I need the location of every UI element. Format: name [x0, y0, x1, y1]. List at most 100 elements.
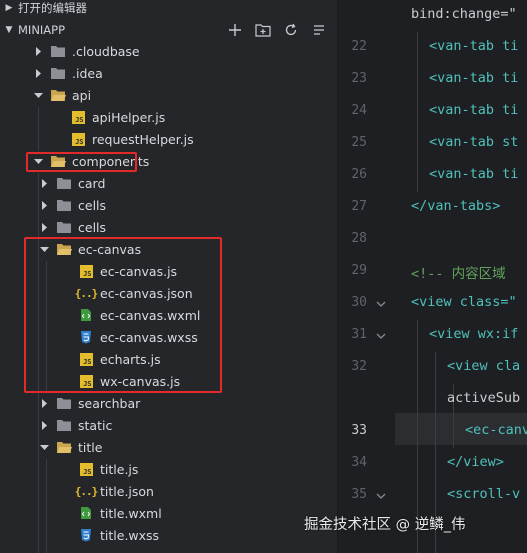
open-editors-label: 打开的编辑器: [18, 1, 87, 15]
chevron-right-icon[interactable]: [32, 67, 44, 79]
new-folder-icon[interactable]: [254, 21, 272, 39]
line-number: 33: [351, 423, 367, 438]
chevron-right-icon[interactable]: [38, 221, 50, 233]
chevron-down-icon[interactable]: [32, 89, 44, 101]
js-file-icon: JS: [70, 132, 86, 146]
project-label: MINIAPP: [18, 23, 66, 37]
tree-file[interactable]: {..} title.json: [0, 480, 337, 502]
tree-item-label: api: [72, 87, 92, 103]
folder-icon: [50, 66, 66, 80]
tree-item-label: cells: [78, 197, 107, 213]
tree-item-label: title: [78, 439, 103, 455]
tree-item-label: title.json: [100, 483, 154, 499]
folder-icon: [56, 220, 72, 234]
indent-guide: [417, 32, 418, 192]
tree-folder[interactable]: title: [0, 436, 337, 458]
open-editors-header[interactable]: ▶ 打开的编辑器: [0, 0, 337, 19]
tree-folder[interactable]: api: [0, 84, 337, 106]
line-number: 26: [351, 167, 367, 182]
collapse-all-icon[interactable]: [310, 21, 328, 39]
tree-item-label: title.js: [100, 461, 139, 477]
line-number: 34: [351, 455, 367, 470]
code-line: <van-tab ti: [429, 166, 519, 182]
folder-open-icon: [50, 88, 66, 102]
chevron-down-icon: ▼: [5, 25, 13, 35]
tree-item-label: card: [78, 175, 106, 191]
tree-folder[interactable]: .idea: [0, 62, 337, 84]
tree-item-label: requestHelper.js: [92, 131, 194, 147]
folder-icon: [50, 44, 66, 58]
code-line: <van-tab ti: [429, 70, 519, 86]
tree-item-label: title.wxml: [100, 505, 162, 521]
code-line: <view class=": [411, 294, 517, 310]
refresh-icon[interactable]: [282, 21, 300, 39]
code-line: <van-tab ti: [429, 38, 519, 54]
line-number: 29: [351, 263, 367, 278]
code-line: <!-- 内容区域: [411, 266, 506, 282]
chevron-right-icon[interactable]: [32, 45, 44, 57]
folder-icon: [56, 418, 72, 432]
fold-chevron-icon[interactable]: [375, 490, 387, 502]
code-line: bind:change=": [411, 6, 517, 22]
explorer-actions: [226, 19, 328, 41]
fold-chevron-icon[interactable]: [375, 330, 387, 342]
chevron-right-icon: ▶: [5, 3, 13, 13]
tree-folder[interactable]: cells: [0, 216, 337, 238]
chevron-down-icon[interactable]: [38, 441, 50, 453]
tree-file[interactable]: JS requestHelper.js: [0, 128, 337, 150]
chevron-right-icon[interactable]: [38, 177, 50, 189]
tree-folder[interactable]: .cloudbase: [0, 40, 337, 62]
tree-folder[interactable]: card: [0, 172, 337, 194]
code-line: <view wx:if: [429, 326, 519, 342]
wxss-file-icon: [78, 528, 94, 542]
project-header[interactable]: ▼ MINIAPP: [0, 19, 337, 41]
chevron-right-icon[interactable]: [38, 419, 50, 431]
code-line: <view cla: [447, 358, 521, 374]
tree-folder[interactable]: static: [0, 414, 337, 436]
tree-item-label: searchbar: [78, 395, 141, 411]
folder-icon: [56, 198, 72, 212]
tree-item-label: .idea: [72, 65, 103, 81]
line-number: 28: [351, 231, 367, 246]
highlight-box: [24, 237, 222, 393]
code-line: <ec-canv: [465, 422, 527, 438]
wxml-file-icon: [78, 506, 94, 520]
code-line: <scroll-v: [447, 486, 521, 502]
folder-icon: [56, 176, 72, 190]
line-number: 30: [351, 295, 367, 310]
code-line: activeSub: [447, 390, 521, 406]
tree-item-label: .cloudbase: [72, 43, 140, 59]
line-number: 32: [351, 359, 367, 374]
new-file-icon[interactable]: [226, 21, 244, 39]
tree-item-label: cells: [78, 219, 107, 235]
line-number: 31: [351, 327, 367, 342]
tree-folder[interactable]: cells: [0, 194, 337, 216]
line-number: 24: [351, 103, 367, 118]
code-line: </view>: [447, 454, 504, 470]
line-number: 23: [351, 71, 367, 86]
tree-folder[interactable]: searchbar: [0, 392, 337, 414]
tree-item-label: apiHelper.js: [92, 109, 166, 125]
tree-file[interactable]: title.wxml: [0, 502, 337, 524]
chevron-right-icon[interactable]: [38, 397, 50, 409]
line-number: 27: [351, 199, 367, 214]
tree-file[interactable]: JS title.js: [0, 458, 337, 480]
line-number: 22: [351, 39, 367, 54]
js-file-icon: JS: [78, 462, 94, 476]
code-line: <van-tab st: [429, 134, 519, 150]
fold-chevron-icon[interactable]: [375, 298, 387, 310]
tree-item-label: static: [78, 417, 113, 433]
folder-icon: [56, 396, 72, 410]
code-line: <van-tab ti: [429, 102, 519, 118]
tree-file[interactable]: JS apiHelper.js: [0, 106, 337, 128]
highlight-box: [26, 152, 137, 172]
chevron-right-icon[interactable]: [38, 199, 50, 211]
code-editor[interactable]: bind:change=" 22 <van-tab ti 23 <van-tab ti 2…: [339, 0, 527, 553]
line-number: 25: [351, 135, 367, 150]
json-file-icon: {..}: [74, 484, 98, 498]
tree-item-label: title.wxss: [100, 527, 160, 543]
line-number: 35: [351, 487, 367, 502]
tree-file[interactable]: title.wxss: [0, 524, 337, 546]
explorer-sidebar: ▶ 打开的编辑器 ▼ MINIAPP .cloudbase .idea api JS a…: [0, 0, 338, 553]
js-file-icon: JS: [70, 110, 86, 124]
